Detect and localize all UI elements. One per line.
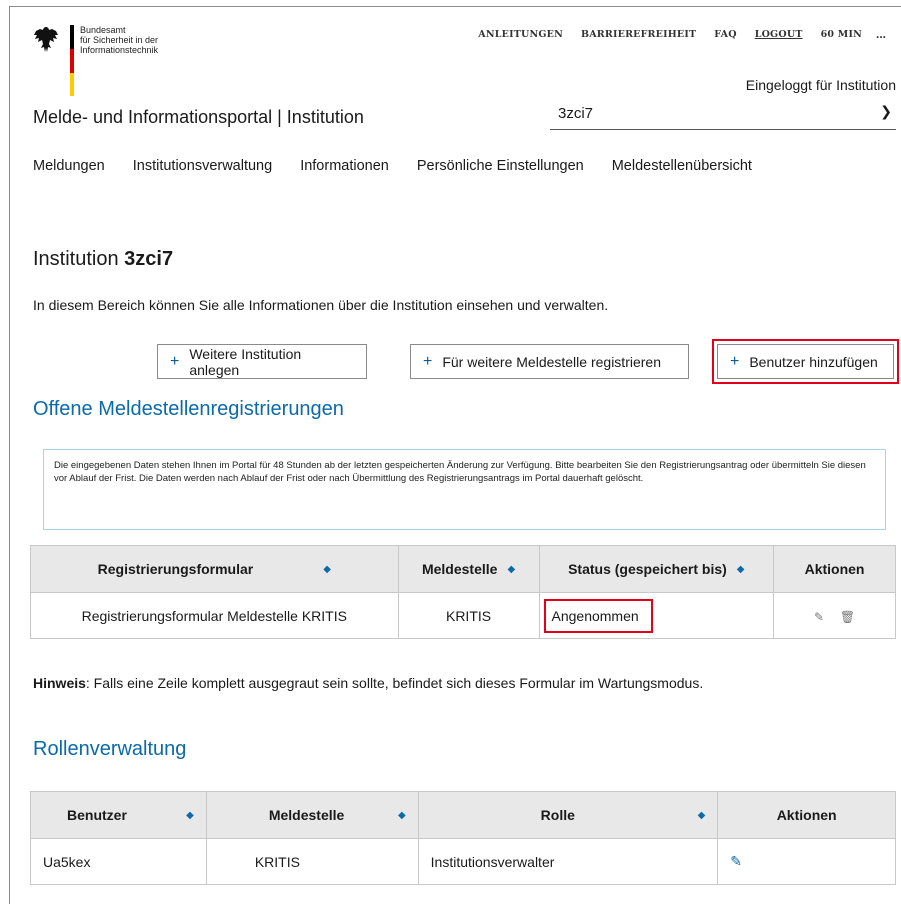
logo-line-3: Informationstechnik (80, 45, 159, 55)
accessibility-link[interactable]: BARRIEREFREIHEIT (581, 29, 696, 40)
column-header-office[interactable]: Meldestelle ◆ (205, 791, 419, 839)
hint-label: Hinweis (33, 675, 86, 691)
column-header-label: Aktionen (776, 807, 837, 823)
bsi-logo[interactable]: Bundesamt für Sicherheit in der Informat… (33, 25, 203, 97)
column-header-label: Meldestelle (268, 807, 345, 823)
faq-link[interactable]: FAQ (714, 29, 736, 40)
guides-link[interactable]: ANLEITUNGEN (478, 29, 563, 40)
column-header-label: Registrierungsformular (97, 561, 254, 577)
nav-item-informationen[interactable]: Informationen (300, 158, 389, 174)
logo-line-2: für Sicherheit in der (80, 35, 159, 45)
plus-icon: + (423, 352, 433, 370)
plus-icon: + (170, 352, 180, 370)
column-header-label: Benutzer (67, 807, 127, 823)
more-menu-icon[interactable]: ... (876, 27, 886, 41)
nav-item-meldungen[interactable]: Meldungen (33, 158, 105, 174)
table-row: Ua5kex KRITIS Institutionsverwalter ✎ (30, 838, 896, 885)
sort-arrows-icon[interactable]: ◆ (507, 564, 515, 575)
logout-link[interactable]: LOGOUT (755, 29, 803, 40)
column-header-actions: Aktionen (717, 791, 896, 839)
maintenance-hint: Hinweis: Falls eine Zeile komplett ausge… (33, 675, 703, 691)
register-office-button[interactable]: + Für weitere Meldestelle registrieren (410, 344, 689, 379)
pencil-icon[interactable]: ✎ (730, 853, 742, 869)
status-badge: Angenommen (543, 598, 653, 633)
federal-eagle-icon (34, 27, 58, 52)
cell-office: KRITIS (397, 592, 540, 639)
nav-item-institutionsverwaltung[interactable]: Institutionsverwaltung (133, 158, 272, 174)
logo-text: Bundesamt für Sicherheit in der Informat… (80, 25, 158, 55)
column-header-form[interactable]: Registrierungsformular ◆ (30, 545, 399, 593)
plus-icon: + (730, 352, 740, 370)
logged-in-label: Eingeloggt für Institution (745, 77, 896, 93)
info-box: Die eingegebenen Daten stehen Ihnen im P… (43, 449, 886, 530)
page-title-prefix: Institution (33, 248, 125, 270)
page-title: Institution 3zci7 (33, 248, 173, 271)
column-header-label: Rolle (540, 807, 575, 823)
logo-line-1: Bundesamt (80, 25, 126, 35)
sort-arrows-icon[interactable]: ◆ (323, 564, 331, 575)
pencil-icon[interactable]: ✎ (814, 610, 824, 624)
column-header-label: Aktionen (804, 561, 865, 577)
registrations-table: Registrierungsformular ◆ Meldestelle ◆ Sta… (30, 545, 896, 639)
page-title-institution: 3zci7 (124, 248, 174, 270)
cell-user: Ua5kex (30, 838, 207, 885)
column-header-actions: Aktionen (773, 545, 896, 593)
sort-arrows-icon[interactable]: ◆ (398, 810, 406, 821)
column-header-status[interactable]: Status (gespeichert bis) ◆ (538, 545, 775, 593)
cell-role: Institutionsverwalter (417, 838, 719, 885)
flag-stripes (70, 25, 74, 96)
registrations-heading: Offene Meldestellenregistrierungen (33, 398, 344, 420)
page-intro: In diesem Bereich können Sie alle Inform… (33, 297, 609, 313)
cell-form: Registrierungsformular Meldestelle KRITI… (30, 592, 399, 639)
roles-table: Benutzer ◆ Meldestelle ◆ Rolle ◆ Aktionen U… (30, 791, 896, 885)
column-header-user[interactable]: Benutzer ◆ (30, 791, 207, 839)
column-header-label: Status (gespeichert bis) (568, 561, 727, 577)
top-navigation: ANLEITUNGEN BARRIEREFREIHEIT FAQ LOGOUT … (478, 27, 886, 41)
trash-icon[interactable]: 🗑 (840, 610, 855, 624)
chevron-down-icon: ❯ (880, 103, 892, 119)
institution-select[interactable]: 3zci7 ❯ (550, 103, 896, 130)
nav-item-meldestellenuebersicht[interactable]: Meldestellenübersicht (612, 158, 752, 174)
nav-item-persoenliche-einstellungen[interactable]: Persönliche Einstellungen (417, 158, 584, 174)
add-institution-label: Weitere Institution anlegen (189, 345, 302, 378)
session-timer: 60 MIN (820, 28, 862, 40)
cell-actions: ✎ (717, 838, 896, 885)
institution-select-value: 3zci7 (558, 105, 594, 122)
register-office-label: Für weitere Meldestelle registrieren (442, 353, 661, 370)
hint-text: : Falls eine Zeile komplett ausgegraut s… (85, 675, 704, 691)
add-user-label: Benutzer hinzufügen (749, 353, 878, 370)
cell-actions: ✎ 🗑 (773, 592, 896, 639)
column-header-office[interactable]: Meldestelle ◆ (397, 545, 540, 593)
column-header-role[interactable]: Rolle ◆ (417, 791, 719, 839)
table-row: Registrierungsformular Meldestelle KRITI… (30, 592, 896, 639)
column-header-label: Meldestelle (421, 561, 498, 577)
main-navigation: Meldungen Institutionsverwaltung Informa… (33, 158, 752, 174)
add-institution-button[interactable]: + Weitere Institution anlegen (157, 344, 367, 379)
cell-status: Angenommen (538, 592, 775, 639)
sort-arrows-icon[interactable]: ◆ (186, 810, 194, 821)
sort-arrows-icon[interactable]: ◆ (698, 810, 706, 821)
sort-arrows-icon[interactable]: ◆ (737, 564, 745, 575)
add-user-button[interactable]: + Benutzer hinzufügen (712, 339, 899, 384)
cell-office: KRITIS (205, 838, 419, 885)
roles-heading: Rollenverwaltung (33, 738, 187, 760)
portal-title: Melde- und Informationsportal | Institut… (33, 107, 364, 127)
